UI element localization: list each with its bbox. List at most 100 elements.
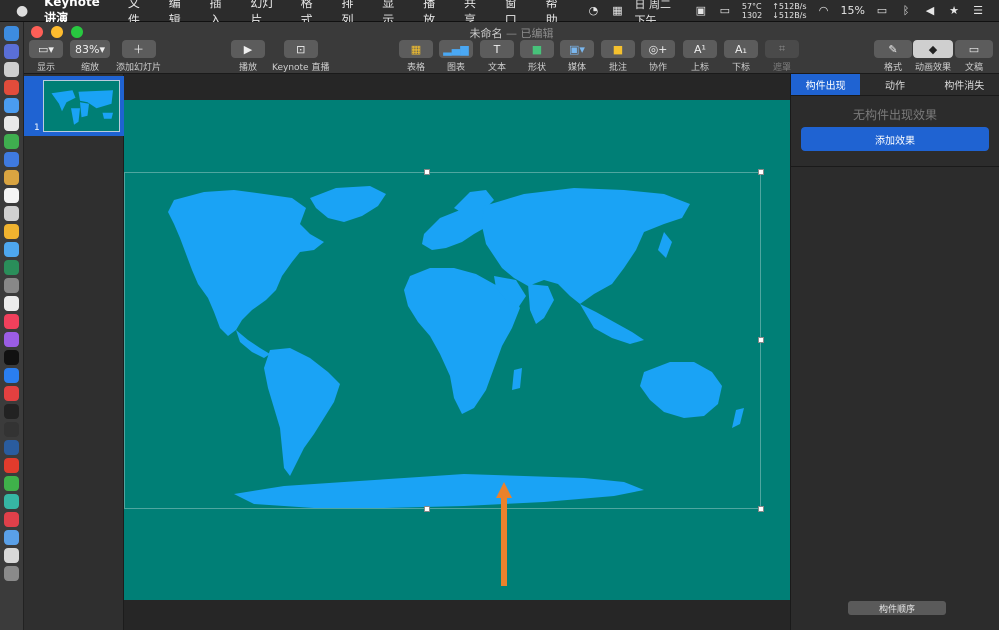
sensor-readout[interactable]: 57°C 1302: [742, 2, 762, 20]
collaborate-button[interactable]: ◎+: [641, 40, 675, 58]
add-slide-tool[interactable]: ＋ 添加幻灯片: [116, 40, 161, 73]
appstore-icon[interactable]: [4, 98, 19, 113]
zoom-select[interactable]: 83% ▾: [70, 40, 110, 58]
vpn-icon[interactable]: [4, 440, 19, 455]
slide-thumbnail[interactable]: [43, 80, 120, 132]
chart-tool[interactable]: ▂▄▆ 图表: [439, 40, 473, 73]
mask-button[interactable]: ⌗: [765, 40, 799, 58]
volume-icon[interactable]: ◀: [923, 3, 937, 19]
wechat-icon[interactable]: [4, 476, 19, 491]
photo-app-icon[interactable]: [4, 494, 19, 509]
media-tool[interactable]: ▣▾ 媒体: [560, 40, 594, 73]
view-tool[interactable]: ▭▾ 显示: [29, 40, 63, 73]
table-tool[interactable]: ▦ 表格: [399, 40, 433, 73]
collab-tool[interactable]: ◎+ 协作: [641, 40, 675, 73]
resize-handle-bottom-right[interactable]: [758, 506, 764, 512]
keynote-live-button[interactable]: ⊡: [283, 40, 318, 58]
animate-tool[interactable]: ◆ 动画效果: [913, 40, 953, 73]
window-title: 未命名 — 已编辑: [24, 25, 999, 41]
menu-list-icon[interactable]: ☰: [971, 3, 985, 19]
network-speed[interactable]: ↑512B/s ↓512B/s: [772, 2, 806, 20]
safari-icon[interactable]: [4, 62, 19, 77]
preview-icon[interactable]: [4, 152, 19, 167]
tab-build-in[interactable]: 构件出现: [791, 74, 861, 95]
resize-handle-top-right[interactable]: [758, 169, 764, 175]
apple-menu-icon[interactable]: ●: [16, 3, 30, 19]
music-icon[interactable]: [4, 314, 19, 329]
document-name[interactable]: 未命名: [470, 27, 503, 40]
format-button[interactable]: ✎: [874, 40, 912, 58]
play-tool[interactable]: ▶ 播放: [231, 40, 265, 73]
reminders-icon[interactable]: [4, 296, 19, 311]
add-slide-button[interactable]: ＋: [121, 40, 156, 58]
document-button[interactable]: ▭: [955, 40, 993, 58]
text-tool[interactable]: T 文本: [480, 40, 514, 73]
live-tool[interactable]: ⊡ Keynote 直播: [272, 40, 329, 73]
star-icon[interactable]: ★: [947, 3, 961, 19]
text-button[interactable]: T: [480, 40, 514, 58]
document-tool[interactable]: ▭ 文稿: [955, 40, 993, 73]
shape-button[interactable]: ■: [520, 40, 554, 58]
slide-thumbnail-row[interactable]: 1: [24, 76, 124, 136]
comment-tool[interactable]: ■ 批注: [601, 40, 635, 73]
contacts-icon[interactable]: [4, 206, 19, 221]
camera-icon[interactable]: [4, 278, 19, 293]
sync-icon[interactable]: ◔: [586, 3, 600, 19]
finder-icon[interactable]: [4, 26, 19, 41]
subscript-button[interactable]: A₁: [724, 40, 758, 58]
media-button[interactable]: ▣▾: [560, 40, 594, 58]
apple-tv-icon[interactable]: [4, 350, 19, 365]
slide[interactable]: [124, 100, 790, 600]
plus-icon: ＋: [133, 43, 144, 56]
tab-build-out[interactable]: 构件消失: [930, 74, 999, 95]
memory-icon[interactable]: ▣: [694, 3, 708, 19]
mask-tool[interactable]: ⌗ 遮罩: [765, 40, 799, 73]
resize-handle-right[interactable]: [758, 337, 764, 343]
calendar-icon[interactable]: ▦: [610, 3, 624, 19]
final-cut-icon[interactable]: [4, 530, 19, 545]
view-button[interactable]: ▭▾: [29, 40, 63, 58]
activity-monitor-icon[interactable]: [4, 422, 19, 437]
superscript-button[interactable]: A¹: [683, 40, 717, 58]
notes-icon[interactable]: [4, 116, 19, 131]
resize-handle-top[interactable]: [424, 169, 430, 175]
calendar-app-icon[interactable]: [4, 188, 19, 203]
superscript-tool[interactable]: A¹ 上标: [683, 40, 717, 73]
yandex-icon[interactable]: [4, 458, 19, 473]
messages-icon[interactable]: [4, 134, 19, 149]
diamond-icon: ◆: [928, 42, 938, 56]
shape-tool[interactable]: ■ 形状: [520, 40, 554, 73]
launchpad-icon[interactable]: [4, 44, 19, 59]
world-map-image[interactable]: [124, 172, 761, 509]
photos-icon[interactable]: [4, 224, 19, 239]
zoom-tool[interactable]: 83% ▾ 缩放: [70, 40, 110, 73]
subscript-tool[interactable]: A₁ 下标: [724, 40, 758, 73]
battery-icon[interactable]: ▭: [875, 3, 889, 19]
format-tool[interactable]: ✎ 格式: [874, 40, 912, 73]
comment-button[interactable]: ■: [601, 40, 635, 58]
battery-percent[interactable]: 15%: [841, 4, 865, 17]
app-store-icon[interactable]: [4, 368, 19, 383]
mail-icon[interactable]: [4, 242, 19, 257]
chrome-icon[interactable]: [4, 80, 19, 95]
build-order-button[interactable]: 构件顺序: [848, 601, 946, 615]
vivaldi-icon[interactable]: [4, 386, 19, 401]
animate-button[interactable]: ◆: [913, 40, 953, 58]
wifi-icon[interactable]: ◠: [817, 3, 831, 19]
play-button[interactable]: ▶: [231, 40, 265, 58]
no-build-in-text: 无构件出现效果: [852, 108, 937, 122]
podcasts-icon[interactable]: [4, 332, 19, 347]
chart-button[interactable]: ▂▄▆: [439, 40, 473, 58]
resize-handle-bottom[interactable]: [424, 506, 430, 512]
netease-music-icon[interactable]: [4, 512, 19, 527]
tab-action[interactable]: 动作: [860, 74, 929, 95]
add-effect-button[interactable]: 添加效果: [801, 127, 989, 151]
bluetooth-icon[interactable]: ᛒ: [899, 3, 913, 19]
battery-health-icon[interactable]: ▭: [718, 3, 732, 19]
trash-icon[interactable]: [4, 566, 19, 581]
facetime-icon[interactable]: [4, 260, 19, 275]
table-button[interactable]: ▦: [399, 40, 433, 58]
books-icon[interactable]: [4, 170, 19, 185]
document-icon[interactable]: [4, 548, 19, 563]
terminal-icon[interactable]: [4, 404, 19, 419]
